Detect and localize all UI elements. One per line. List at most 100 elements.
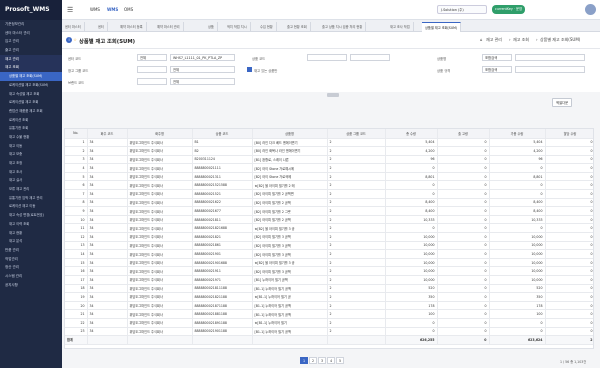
table-row[interactable]: 15 34 위담도그마인드 주식회사 8888800021901688 ★[B2] 블 …: [65, 258, 593, 268]
warehouse-group-select[interactable]: 전체: [170, 66, 235, 73]
sidebar-item[interactable]: 공지사항: [0, 281, 62, 290]
sidebar-item[interactable]: 로케이션별 재고 조회(SUM): [0, 81, 62, 90]
in-stock-only-checkbox[interactable]: [247, 67, 252, 72]
sidebar-item[interactable]: 정산 관리: [0, 263, 62, 272]
column-header[interactable]: 화주 코드: [87, 129, 128, 139]
sidebar-item[interactable]: 보류 재고 관리: [0, 185, 62, 194]
sidebar-item[interactable]: 재고 실사: [0, 176, 62, 185]
page-button[interactable]: 4: [327, 357, 335, 364]
sidebar-item[interactable]: 재고 조회: [0, 63, 62, 73]
sidebar-item[interactable]: 출고 관리: [0, 46, 62, 55]
page-button[interactable]: 1: [300, 357, 308, 364]
sidebar-item[interactable]: 상품별 재고 조회(SUM): [0, 72, 62, 81]
sidebar-item[interactable]: 재고 속성 변경(로트번호): [0, 211, 62, 220]
avatar[interactable]: [585, 4, 596, 15]
tab-putaway-order[interactable]: 적치 작업 지시: [224, 22, 251, 32]
sidebar-item[interactable]: 유통기한 조회: [0, 124, 62, 133]
sidebar-item[interactable]: 로케이션 재고 이동: [0, 202, 62, 211]
table-row[interactable]: 14 34 위담도그마인드 주식회사 8888800021901 [B2] 아이피 필기…: [65, 249, 593, 259]
sidebar-item[interactable]: 재고 속성별 재고 조회: [0, 90, 62, 99]
table-row[interactable]: 21 34 위담도그마인드 주식회사 8888800021881188 [B1-1] 누…: [65, 309, 593, 319]
table-row[interactable]: 5 34 위담도그마인드 주식회사 8888800021311 [B2] 아이 Ston…: [65, 172, 593, 182]
warehouse-group-input[interactable]: [137, 66, 167, 73]
table-row[interactable]: 22 34 위담도그마인드 주식회사 8888800021891188 ★[B1-1] …: [65, 318, 593, 328]
sidebar-item[interactable]: 입고 관리: [0, 37, 62, 46]
sidebar-item[interactable]: 랜덤산 재품품 재고 조회: [0, 107, 62, 116]
product-name-input[interactable]: [515, 54, 585, 61]
sidebar-item[interactable]: 작업관리: [0, 255, 62, 264]
table-row[interactable]: 9 34 위담도그마인드 주식회사 8888800021677 [B2] 아이피 필기를…: [65, 206, 593, 216]
product-spec-match-select[interactable]: 포함검색: [482, 66, 512, 73]
tab-reservation-register[interactable]: 예약 마스터 등록: [117, 22, 147, 32]
column-header[interactable]: 총 수량: [385, 129, 438, 139]
breadcrumb-item[interactable]: 재고 조회: [513, 37, 529, 43]
column-header[interactable]: 상품명: [252, 129, 328, 139]
sidebar-item[interactable]: 재고 조사: [0, 168, 62, 177]
table-row[interactable]: 7 34 위담도그마인드 주식회사 8888800021521 [B2] 아이피 필기를…: [65, 189, 593, 199]
table-row[interactable]: 17 34 위담도그마인드 주식회사 8888800021971 [B1] 누하이어 필…: [65, 275, 593, 285]
center-code-select[interactable]: 전체: [137, 54, 167, 61]
sidebar-item[interactable]: 기준정보관리: [0, 20, 62, 29]
sidebar-item[interactable]: 센터 마스터 관리: [0, 29, 62, 38]
brand-code-select[interactable]: 전체: [170, 78, 235, 85]
table-row[interactable]: 12 34 위담도그마인드 주식회사 8888800021821 [B2] 아이피 필기…: [65, 232, 593, 242]
tab-center-master[interactable]: 센터 마스터: [62, 22, 85, 32]
warehouse-select[interactable]: WHS7_L1111_01_PK_PTLA_ZP: [170, 54, 235, 61]
sidebar-item[interactable]: 재고 수불 현황: [0, 133, 62, 142]
table-row[interactable]: 16 34 위담도그마인드 주식회사 8888800021911 [B2] 아이피 필기…: [65, 266, 593, 276]
tab-stock-check[interactable]: 재고 조사 작업: [387, 22, 414, 32]
column-header[interactable]: 상품 그룹 코드: [327, 129, 386, 139]
sidebar-item[interactable]: 반품 관리: [0, 246, 62, 255]
table-row[interactable]: 13 34 위담도그마인드 주식회사 8888800021861 [B2] 아이피 필기…: [65, 241, 593, 251]
sidebar-item[interactable]: 재고 조정: [0, 159, 62, 168]
excel-download-button[interactable]: 엑셀다운: [552, 98, 573, 107]
table-row[interactable]: 3 34 위담도그마인드 주식회사 B200311124 [B1] 완항로, 스레이 나…: [65, 155, 593, 165]
product-code-input[interactable]: [307, 54, 347, 61]
sidebar-item[interactable]: 시스템 관리: [0, 272, 62, 281]
tab-outbound-verify[interactable]: 출고 상품 지시 검증 처리 현황: [319, 22, 367, 32]
tab-outbound-status[interactable]: 출고 현황 조회: [284, 22, 311, 32]
product-code-match-select[interactable]: [350, 54, 390, 61]
table-row[interactable]: 8 34 위담도그마인드 주식회사 8888800021622 [B2] 아이피 필기를…: [65, 198, 593, 208]
tab-stock-by-product[interactable]: 상품별 재고 조회(SUM): [422, 22, 462, 32]
table-row[interactable]: 2 34 위담도그마인드 주식회사 B2 [B0] 라인 화복나 라인 엔에이면기 2 4,…: [65, 146, 593, 156]
column-header[interactable]: 할당 수량: [545, 129, 593, 139]
page-button[interactable]: 3: [318, 357, 326, 364]
sidebar-item[interactable]: 재고 이력 조회: [0, 220, 62, 229]
column-header[interactable]: 상품 코드: [192, 129, 253, 139]
top-tab-oms[interactable]: OMS: [124, 7, 133, 12]
top-tab-wms-active[interactable]: WMS: [107, 7, 118, 12]
hamburger-icon[interactable]: ☰: [67, 6, 75, 14]
product-spec-input[interactable]: [515, 66, 585, 73]
table-row[interactable]: 23 34 위담도그마인드 주식회사 8888800021901188 [B1-1] 누…: [65, 327, 593, 337]
table-row[interactable]: 6 34 위담도그마인드 주식회사 8888800021521588 ★[B2] 블 아…: [65, 180, 593, 191]
column-header[interactable]: 화주명: [127, 129, 193, 139]
sidebar-item[interactable]: 유통기한 임박 재고 관리: [0, 194, 62, 203]
tab-product[interactable]: 상품: [205, 22, 218, 32]
brand-code-input[interactable]: [137, 78, 167, 85]
top-tab-wms[interactable]: WMS: [90, 7, 100, 12]
sidebar-item[interactable]: 재고 보충: [0, 150, 62, 159]
sidebar-item[interactable]: 재고 이동: [0, 142, 62, 151]
table-row[interactable]: 19 34 위담도그마인드 주식회사 8888800021821188 ★[B1-1] …: [65, 292, 593, 302]
table-row[interactable]: 11 34 위담도그마인드 주식회사 8888800021821688 ★[B2] 블 …: [65, 223, 593, 234]
sidebar-item[interactable]: 로케이션별 재고 조회: [0, 98, 62, 107]
tab-reservation-manage[interactable]: 예약 마스터 관리: [154, 22, 184, 32]
tab-import-status[interactable]: 수입 현황: [257, 22, 277, 32]
table-row[interactable]: 20 34 위담도그마인드 주식회사 8888800021871188 [B1-1] 누…: [65, 301, 593, 311]
table-row[interactable]: 4 34 위담도그마인드 주식회사 8888800021111 [B2] 아이 Ston…: [65, 163, 593, 173]
column-header[interactable]: 가용 수량: [489, 129, 546, 139]
page-button[interactable]: 5: [336, 357, 344, 364]
sidebar-item[interactable]: 재고 분석: [0, 237, 62, 246]
sidebar-item[interactable]: 재고 관리: [0, 54, 62, 64]
breadcrumb-item[interactable]: 상품별 재고 조회(SUM): [540, 37, 580, 43]
table-row[interactable]: 10 34 위담도그마인드 주식회사 8888800021811 [B2] 아이피 필기…: [65, 215, 593, 225]
breadcrumb-item[interactable]: 재고 관리: [486, 37, 502, 43]
star-icon[interactable]: ☆: [72, 37, 78, 43]
column-header[interactable]: No.: [65, 129, 88, 139]
tab-center[interactable]: 센터: [95, 22, 108, 32]
sidebar-item[interactable]: 재고 현황: [0, 229, 62, 238]
column-header[interactable]: 출 고량: [437, 129, 490, 139]
table-row[interactable]: 1 34 위담도그마인드 주식회사 B1 [B0] 라인 다크 베드 엔에이면기 2 5,4…: [65, 138, 593, 148]
center-select[interactable]: J.Solution (주): [437, 5, 487, 14]
